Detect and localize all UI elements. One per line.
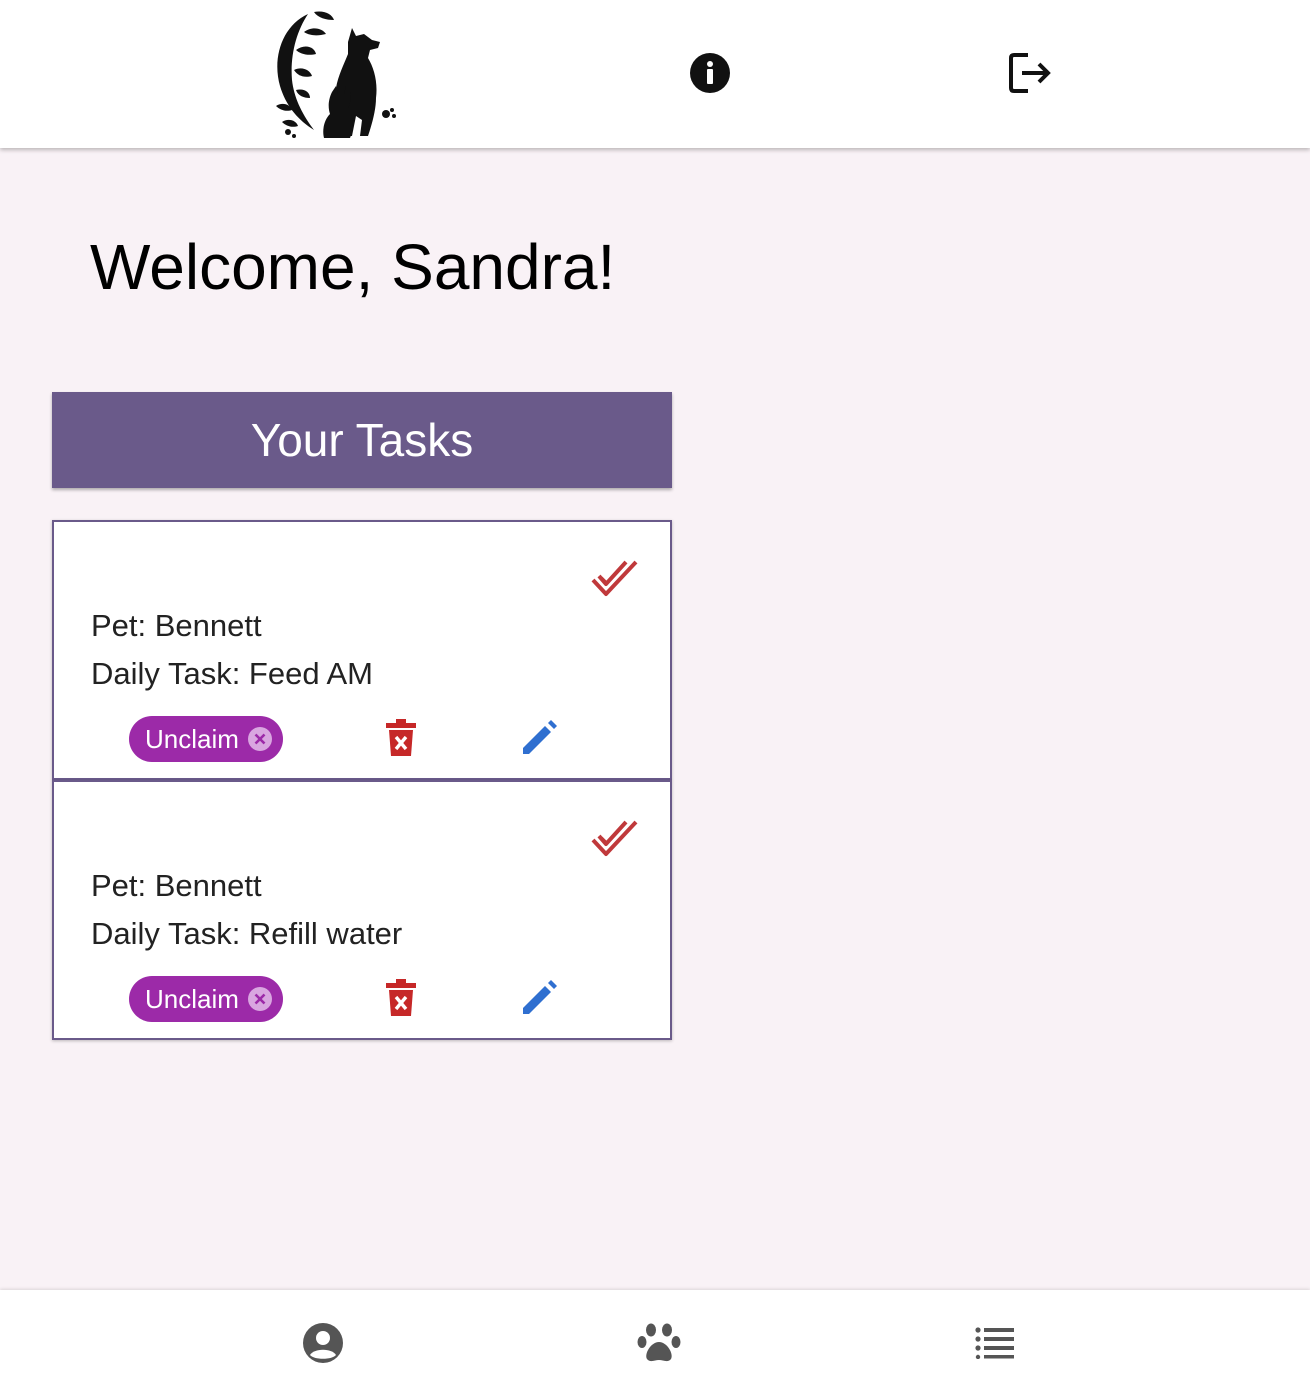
task-description: Daily Task: Refill water: [91, 916, 403, 951]
task-pet-name: Pet: Bennett: [91, 608, 262, 643]
logout-icon: [1009, 53, 1051, 93]
edit-task-button[interactable]: [520, 719, 558, 757]
app-root: Welcome, Sandra! Your Tasks Pet: Bennett…: [0, 0, 1310, 1396]
info-button[interactable]: [689, 52, 731, 94]
task-description: Daily Task: Feed AM: [91, 656, 373, 691]
nav-tasks-button[interactable]: [954, 1290, 1036, 1396]
delete-task-button[interactable]: [384, 718, 418, 758]
close-circle-icon[interactable]: [247, 986, 273, 1012]
top-header: [0, 0, 1310, 148]
task-list: Pet: Bennett Daily Task: Feed AM Unclaim: [52, 520, 672, 1040]
trash-icon: [386, 719, 416, 756]
complete-task-button[interactable]: [590, 816, 640, 860]
delete-task-button[interactable]: [384, 978, 418, 1018]
nav-profile-button[interactable]: [282, 1290, 364, 1396]
logout-button[interactable]: [1008, 52, 1054, 94]
trash-icon: [386, 979, 416, 1016]
paw-icon: [637, 1323, 681, 1362]
unclaim-chip[interactable]: Unclaim: [129, 716, 283, 762]
welcome-heading: Welcome, Sandra!: [90, 231, 616, 303]
account-circle-icon: [303, 1323, 343, 1363]
list-icon: [975, 1327, 1014, 1359]
task-pet-name: Pet: Bennett: [91, 868, 262, 903]
task-card: Pet: Bennett Daily Task: Refill water Un…: [52, 780, 672, 1040]
pencil-icon: [523, 980, 557, 1014]
unclaim-label: Unclaim: [145, 723, 239, 754]
tasks-section-header: Your Tasks: [52, 392, 672, 488]
unclaim-chip[interactable]: Unclaim: [129, 976, 283, 1022]
pencil-icon: [523, 720, 557, 754]
close-circle-icon[interactable]: [247, 726, 273, 752]
task-card: Pet: Bennett Daily Task: Feed AM Unclaim: [52, 520, 672, 780]
unclaim-label: Unclaim: [145, 983, 239, 1014]
edit-task-button[interactable]: [520, 979, 558, 1017]
cat-dog-logo-icon: [276, 11, 396, 138]
double-check-icon: [591, 560, 638, 596]
complete-task-button[interactable]: [590, 556, 640, 600]
nav-pets-button[interactable]: [618, 1290, 700, 1396]
info-circle-icon: [690, 53, 730, 93]
bottom-navigation: [0, 1290, 1310, 1396]
tasks-title: Your Tasks: [250, 414, 474, 466]
double-check-icon: [591, 820, 638, 856]
